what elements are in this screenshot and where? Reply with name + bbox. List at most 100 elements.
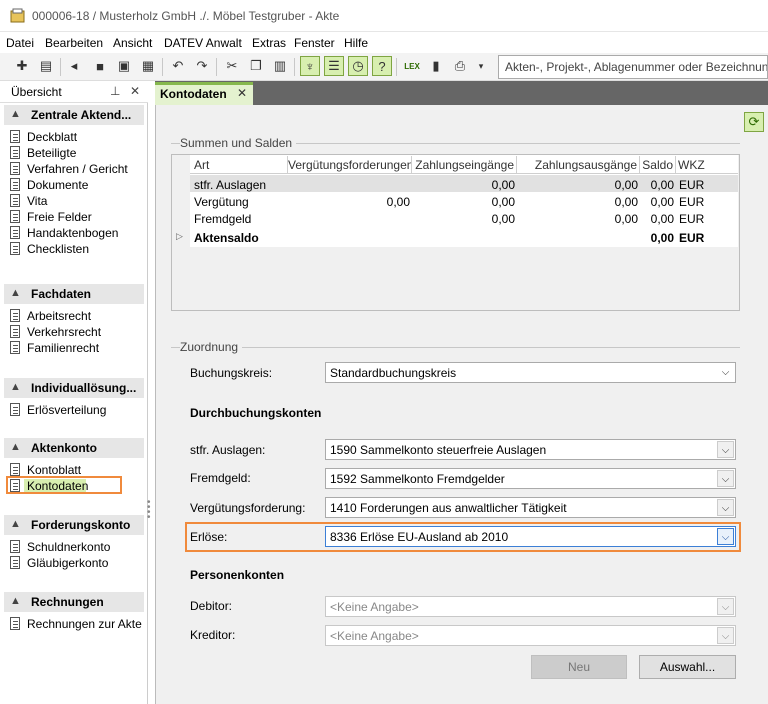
sidebar-item-label: Erlösverteilung — [27, 403, 107, 417]
column-header-saldo[interactable]: Saldo — [640, 156, 676, 174]
redo-icon[interactable]: ↷ — [192, 56, 212, 76]
chevron-down-icon[interactable]: ⌵ — [717, 528, 734, 545]
auswahl-button[interactable]: Auswahl... — [639, 655, 736, 679]
select-value: 1590 Sammelkonto steuerfreie Auslagen — [330, 443, 547, 457]
collapse-arrow-icon[interactable]: ▲ — [10, 381, 21, 393]
fremdgeld-select[interactable]: 1592 Sammelkonto Fremdgelder ⌵ — [325, 468, 736, 489]
debitor-select[interactable]: <Keine Angabe> ⌵ — [325, 596, 736, 617]
sidebar-item-label: Handaktenbogen — [27, 226, 119, 240]
expand-arrow-icon[interactable]: ▷ — [176, 229, 183, 246]
neu-button[interactable]: Neu — [531, 655, 627, 679]
menu-hilfe[interactable]: Hilfe — [344, 36, 368, 50]
column-header-zahlungseingaenge[interactable]: Zahlungseingänge — [412, 156, 517, 174]
toolbar-separator — [60, 58, 61, 76]
sidebar-item-deckblatt[interactable]: Deckblatt — [7, 129, 145, 145]
toolbar-separator — [216, 58, 217, 76]
paste-icon[interactable]: ▥ — [270, 56, 290, 76]
kreditor-select[interactable]: <Keine Angabe> ⌵ — [325, 625, 736, 646]
akten-search-input[interactable]: Akten-, Projekt-, Ablagenummer oder Beze… — [498, 55, 768, 79]
column-header-verguetung[interactable]: Vergütungsforderungen — [288, 156, 412, 174]
menu-bar: Datei Bearbeiten Ansicht DATEV Anwalt Ex… — [0, 33, 768, 53]
help-icon[interactable]: ? — [372, 56, 392, 76]
sidebar-item-beteiligte[interactable]: Beteiligte — [7, 145, 145, 161]
menu-datev-anwalt[interactable]: DATEV Anwalt — [164, 36, 242, 50]
document-icon[interactable]: ▮ — [426, 56, 446, 76]
buchungskreis-select[interactable]: Standardbuchungskreis ⌵ — [325, 362, 736, 383]
sidebar-item-label: Verkehrsrecht — [27, 325, 102, 339]
section-divider — [171, 347, 740, 348]
stfr-auslagen-select[interactable]: 1590 Sammelkonto steuerfreie Auslagen ⌵ — [325, 439, 736, 460]
new-icon[interactable]: ✚ — [12, 56, 32, 76]
clock-icon[interactable]: ◷ — [348, 56, 368, 76]
total-saldo: 0,00 — [650, 231, 674, 245]
sidebar-close-icon[interactable]: ✕ — [130, 84, 140, 98]
sidebar-item-glaeubigerkonto[interactable]: Gläubigerkonto — [7, 555, 145, 571]
menu-bearbeiten[interactable]: Bearbeiten — [45, 36, 103, 50]
open-folder-icon[interactable]: ▤ — [36, 56, 56, 76]
save-close-icon[interactable]: ▦ — [138, 56, 158, 76]
sidebar-item-arbeitsrecht[interactable]: Arbeitsrecht — [7, 308, 145, 324]
tab-close-icon[interactable]: ✕ — [237, 86, 247, 100]
chevron-down-icon[interactable]: ⌵ — [717, 627, 734, 644]
menu-fenster[interactable]: Fenster — [294, 36, 335, 50]
table-cell: 0,00 — [491, 195, 515, 209]
table-cell: EUR — [679, 212, 705, 226]
refresh-icon[interactable]: ⟳ — [744, 112, 764, 132]
collapse-arrow-icon[interactable]: ▲ — [10, 518, 21, 530]
menu-extras[interactable]: Extras — [252, 36, 286, 50]
cut-icon[interactable]: ✂ — [222, 56, 242, 76]
sidebar-item-label: Arbeitsrecht — [27, 309, 92, 323]
sidebar-item-erloesverteilung[interactable]: Erlösverteilung — [7, 402, 145, 418]
sidebar-item-label: Checklisten — [27, 242, 90, 256]
stfr-auslagen-label: stfr. Auslagen: — [190, 443, 266, 457]
chevron-down-icon[interactable]: ⌵ — [717, 598, 734, 615]
collapse-arrow-icon[interactable]: ▲ — [10, 441, 21, 453]
group-aktenkonto[interactable]: ▲ Aktenkonto — [4, 438, 144, 458]
group-zentrale-aktendaten[interactable]: ▲ Zentrale Aktend... — [4, 105, 144, 125]
sidebar-item-handaktenbogen[interactable]: Handaktenbogen — [7, 225, 145, 241]
save-all-icon[interactable]: ▣ — [114, 56, 134, 76]
sidebar-item-rechnungen-zur-akte[interactable]: Rechnungen zur Akte — [7, 616, 145, 632]
sidebar-item-dokumente[interactable]: Dokumente — [7, 177, 145, 193]
group-forderungskonto[interactable]: ▲ Forderungskonto — [4, 515, 144, 535]
selection-outline — [6, 476, 122, 494]
collapse-arrow-icon[interactable]: ▲ — [10, 287, 21, 299]
lex-icon[interactable]: LEX — [402, 56, 422, 76]
sidebar-title: Übersicht — [11, 85, 62, 99]
verguetungsforderung-select[interactable]: 1410 Forderungen aus anwaltlicher Tätigk… — [325, 497, 736, 518]
chevron-down-icon[interactable]: ⌵ — [717, 470, 734, 487]
back-icon[interactable]: ◂ — [64, 56, 84, 76]
print-icon[interactable]: ⎙ — [450, 56, 470, 76]
sidebar-item-vita[interactable]: Vita — [7, 193, 145, 209]
collapse-arrow-icon[interactable]: ▲ — [10, 108, 21, 120]
sidebar-item-verfahren[interactable]: Verfahren / Gericht — [7, 161, 145, 177]
fremdgeld-label: Fremdgeld: — [190, 471, 251, 485]
tree-view-icon[interactable]: ♆ — [300, 56, 320, 76]
sidebar-item-familienrecht[interactable]: Familienrecht — [7, 340, 145, 356]
group-fachdaten[interactable]: ▲ Fachdaten — [4, 284, 144, 304]
sidebar-item-label: Beteiligte — [27, 146, 77, 160]
column-header-zahlungsausgaenge[interactable]: Zahlungsausgänge — [517, 156, 640, 174]
group-rechnungen[interactable]: ▲ Rechnungen — [4, 592, 144, 612]
sidebar-item-freie-felder[interactable]: Freie Felder — [7, 209, 145, 225]
menu-ansicht[interactable]: Ansicht — [113, 36, 152, 50]
column-header-wkz[interactable]: WKZ — [676, 156, 738, 174]
undo-icon[interactable]: ↶ — [168, 56, 188, 76]
splitter-grip[interactable]: • • • • — [147, 498, 151, 523]
sidebar-item-schuldnerkonto[interactable]: Schuldnerkonto — [7, 539, 145, 555]
sidebar-item-verkehrsrecht[interactable]: Verkehrsrecht — [7, 324, 145, 340]
list-view-icon[interactable]: ☰ — [324, 56, 344, 76]
copy-icon[interactable]: ❐ — [246, 56, 266, 76]
chevron-down-icon[interactable]: ⌵ — [717, 364, 734, 381]
sidebar-item-checklisten[interactable]: Checklisten — [7, 241, 145, 257]
group-individualloesungen[interactable]: ▲ Individuallösung... — [4, 378, 144, 398]
collapse-arrow-icon[interactable]: ▲ — [10, 595, 21, 607]
toolbar-overflow-icon[interactable]: ▾ — [474, 56, 488, 76]
chevron-down-icon[interactable]: ⌵ — [717, 499, 734, 516]
column-header-art[interactable]: Art — [190, 156, 288, 174]
menu-datei[interactable]: Datei — [6, 36, 34, 50]
save-icon[interactable]: ■ — [90, 56, 110, 76]
pin-icon[interactable]: ⊥ — [110, 84, 120, 98]
erloese-select[interactable]: 8336 Erlöse EU-Ausland ab 2010 ⌵ — [325, 526, 736, 547]
chevron-down-icon[interactable]: ⌵ — [717, 441, 734, 458]
